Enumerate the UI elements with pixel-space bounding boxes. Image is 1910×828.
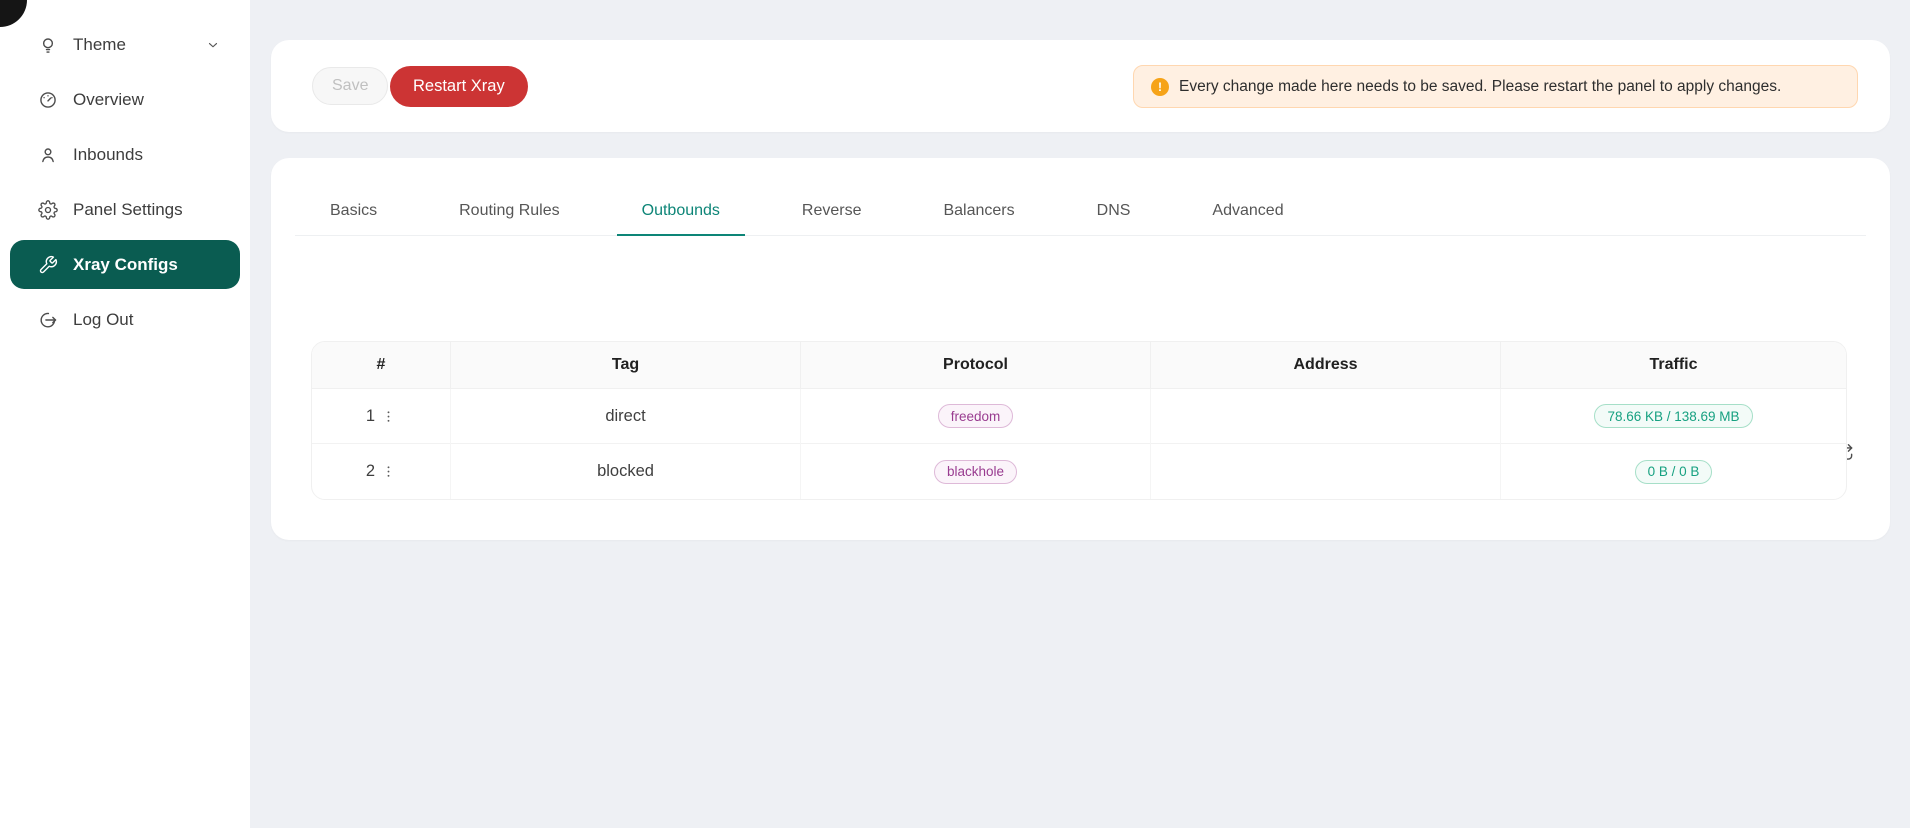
chevron-down-icon [206, 38, 220, 52]
tab-balancers[interactable]: Balancers [918, 191, 1039, 236]
warning-alert: ! Every change made here needs to be sav… [1133, 65, 1858, 108]
row-index: 2 [366, 462, 375, 481]
table-row: 2 blocked blackhole 0 B / 0 B [312, 444, 1846, 499]
sidebar-item-log-out[interactable]: Log Out [10, 295, 240, 344]
cell-traffic: 78.66 KB / 138.69 MB [1501, 404, 1846, 428]
toolbar-card: Save Restart Xray ! Every change made he… [271, 40, 1890, 132]
lightbulb-icon [38, 35, 58, 55]
row-tag: blocked [597, 462, 654, 481]
logout-icon [38, 310, 58, 330]
main-content: Save Restart Xray ! Every change made he… [250, 0, 1910, 828]
protocol-badge: freedom [938, 404, 1014, 428]
sidebar-item-panel-settings[interactable]: Panel Settings [10, 185, 240, 234]
col-header-traffic: Traffic [1501, 356, 1846, 374]
sidebar-item-label: Xray Configs [73, 255, 178, 275]
cell-protocol: blackhole [801, 444, 1151, 499]
kebab-menu-icon[interactable] [381, 409, 396, 424]
cell-tag: blocked [451, 444, 801, 499]
sidebar-item-inbounds[interactable]: Inbounds [10, 130, 240, 179]
tab-dns[interactable]: DNS [1072, 191, 1156, 236]
sidebar-item-theme[interactable]: Theme [10, 20, 240, 69]
sidebar-item-label: Log Out [73, 310, 134, 330]
gear-icon [38, 200, 58, 220]
warning-alert-text: Every change made here needs to be saved… [1179, 78, 1781, 96]
kebab-menu-icon[interactable] [381, 464, 396, 479]
sidebar-item-label: Inbounds [73, 145, 143, 165]
row-index: 1 [366, 407, 375, 426]
tab-routing-rules[interactable]: Routing Rules [434, 191, 585, 236]
traffic-badge: 0 B / 0 B [1635, 460, 1713, 484]
sidebar-item-overview[interactable]: Overview [10, 75, 240, 124]
xray-configs-card: Basics Routing Rules Outbounds Reverse B… [271, 158, 1890, 540]
restart-xray-button[interactable]: Restart Xray [390, 66, 528, 107]
cell-tag: direct [451, 389, 801, 444]
traffic-badge: 78.66 KB / 138.69 MB [1594, 404, 1752, 428]
outbounds-table: # Tag Protocol Address Traffic 1 direct … [311, 341, 1847, 500]
cell-protocol: freedom [801, 389, 1151, 444]
col-header-address: Address [1151, 342, 1501, 389]
dashboard-icon [38, 90, 58, 110]
cell-index: 1 [312, 389, 451, 444]
col-header-index: # [312, 342, 451, 389]
sidebar-item-xray-configs[interactable]: Xray Configs [10, 240, 240, 289]
row-tag: direct [605, 407, 645, 426]
sidebar-nav: Theme Overview Inbounds Panel Settings [0, 0, 250, 344]
sidebar-item-label: Panel Settings [73, 200, 183, 220]
tab-advanced[interactable]: Advanced [1187, 191, 1308, 236]
col-header-protocol: Protocol [801, 342, 1151, 389]
protocol-badge: blackhole [934, 460, 1017, 484]
table-row: 1 direct freedom 78.66 KB / 138.69 MB [312, 389, 1846, 444]
wrench-icon [38, 255, 58, 275]
tab-basics[interactable]: Basics [305, 191, 402, 236]
table-body: 1 direct freedom 78.66 KB / 138.69 MB 2 … [312, 389, 1846, 499]
cell-address [1151, 389, 1501, 444]
sidebar-item-label: Overview [73, 90, 144, 110]
col-header-tag: Tag [451, 342, 801, 389]
warning-icon: ! [1151, 78, 1169, 96]
tab-reverse[interactable]: Reverse [777, 191, 887, 236]
tab-outbounds[interactable]: Outbounds [617, 191, 745, 236]
config-tabs: Basics Routing Rules Outbounds Reverse B… [295, 191, 1866, 236]
table-header-row: # Tag Protocol Address Traffic [312, 342, 1846, 389]
save-button[interactable]: Save [312, 67, 388, 105]
cell-traffic: 0 B / 0 B [1501, 460, 1846, 484]
sidebar-item-label: Theme [73, 35, 126, 55]
sidebar: Theme Overview Inbounds Panel Settings [0, 0, 250, 828]
user-icon [38, 145, 58, 165]
cell-index: 2 [312, 444, 451, 499]
cell-address [1151, 444, 1501, 499]
